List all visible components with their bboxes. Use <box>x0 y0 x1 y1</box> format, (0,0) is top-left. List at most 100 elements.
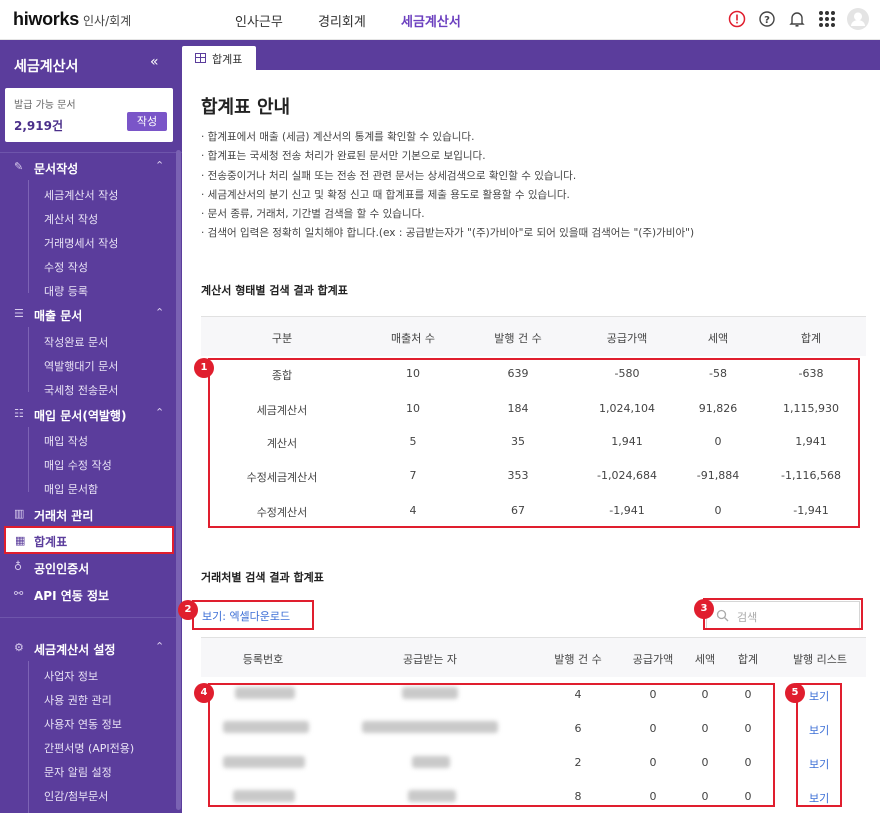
alert-icon[interactable] <box>727 9 747 29</box>
chevron-up-icon: ⌃ <box>155 159 165 172</box>
svg-text:?: ? <box>764 15 770 26</box>
table1-header-cell: 공급가액 <box>606 332 648 345</box>
note-line: · 합계표에서 매출 (세금) 계산서의 통계를 확인할 수 있습니다. <box>201 131 475 143</box>
sidebar-item-seal-attach[interactable]: 인감/첨부문서 <box>44 788 108 804</box>
sidebar-item-bulk-register[interactable]: 대량 등록 <box>44 283 88 299</box>
avatar[interactable] <box>846 7 870 31</box>
sidebar-item-amend-write[interactable]: 수정 작성 <box>44 259 88 275</box>
section-label: 매입 문서(역발행) <box>34 409 127 423</box>
table2-header-cell: 등록번호 <box>242 653 284 666</box>
table-icon: ▦ <box>15 534 26 547</box>
nav-tax-invoice[interactable]: 세금계산서 <box>401 11 461 30</box>
sidebar-item-business-info[interactable]: 사업자 정보 <box>44 668 98 684</box>
table1-header-cell: 매출처 수 <box>391 332 435 345</box>
badge-2: 2 <box>178 600 198 620</box>
chevron-up-icon: ⌃ <box>155 640 165 653</box>
gear-icon: ⚙ <box>14 641 24 654</box>
document-icon: ☰ <box>14 307 24 320</box>
sidebar-item-purchase-write[interactable]: 매입 작성 <box>44 433 88 449</box>
note-line: · 검색어 입력은 정확히 일치해야 합니다.(ex : 공급받는자가 "(주)… <box>201 227 695 240</box>
table2-header-cell: 공급받는 자 <box>402 653 458 666</box>
sidebar-link-label: 공인인증서 <box>34 562 90 576</box>
sidebar-item-user-link[interactable]: 사용자 연동 정보 <box>44 716 122 732</box>
pencil-icon: ✎ <box>14 160 24 173</box>
section-doc-write[interactable]: ✎ 문서작성 ⌃ <box>0 157 182 179</box>
sidebar-link-label: 거래처 관리 <box>34 509 94 523</box>
chevron-up-icon: ⌃ <box>155 406 165 419</box>
badge-5: 5 <box>785 683 805 703</box>
section-label: 문서작성 <box>34 162 79 176</box>
logo[interactable]: hiworks <box>13 9 79 30</box>
note-line: · 세금계산서의 분기 신고 및 확정 신고 때 합계표를 제출 용도로 활용할… <box>201 188 570 201</box>
chevron-up-icon: ⌃ <box>155 306 165 319</box>
divider <box>0 617 182 618</box>
sidebar-item-partners[interactable]: ▥ 거래처 관리 <box>0 504 182 526</box>
sidebar-item-reverse-pending[interactable]: 역발행대기 문서 <box>44 358 118 374</box>
table1-title: 계산서 형태별 검색 결과 합계표 <box>201 284 348 297</box>
table1-header-cell: 합계 <box>800 332 822 345</box>
sidebar-item-completed[interactable]: 작성완료 문서 <box>44 334 108 350</box>
page-title: 합계표 안내 <box>201 97 291 118</box>
top-bar: hiworks 인사/회계 인사근무 경리회계 세금계산서 ? <box>0 0 880 40</box>
badge-3: 3 <box>694 599 714 619</box>
sidebar-item-permissions[interactable]: 사용 권한 관리 <box>44 692 112 708</box>
sidebar-item-certificate[interactable]: ♁ 공인인증서 <box>0 557 182 579</box>
purchase-doc-icon: ☷ <box>14 407 24 420</box>
sidebar-item-purchase-box[interactable]: 매입 문서함 <box>44 481 98 497</box>
sidebar-item-invoice-write[interactable]: 계산서 작성 <box>44 211 98 227</box>
tree-line <box>28 661 29 813</box>
tree-line <box>28 427 29 492</box>
sidebar-item-easy-sign[interactable]: 간편서명 (API전용) <box>44 740 134 756</box>
logo-subtitle: 인사/회계 <box>83 14 132 28</box>
note-line: · 전송중이거나 처리 실패 또는 전송 전 관련 문서는 상세검색으로 확인할… <box>201 169 577 182</box>
building-icon: ▥ <box>14 507 25 520</box>
table1-header-cell: 발행 건 수 <box>494 332 542 345</box>
badge-1: 1 <box>194 358 214 378</box>
collapse-icon[interactable]: « <box>150 54 159 70</box>
help-icon[interactable]: ? <box>757 9 777 29</box>
sidebar-title: 세금계산서 <box>14 59 79 75</box>
sidebar-item-summary[interactable]: ▦ 합계표 <box>4 526 174 554</box>
bell-icon[interactable] <box>787 9 807 29</box>
sidebar-item-sms-alert[interactable]: 문자 알림 설정 <box>44 764 112 780</box>
highlight-box-2 <box>192 600 314 630</box>
highlight-box-1 <box>208 358 860 528</box>
table1-header-cell: 구분 <box>271 332 293 345</box>
sidebar-item-api[interactable]: ⚯ API 연동 정보 <box>0 584 182 606</box>
highlight-box-5 <box>796 683 842 807</box>
sidebar-item-nts-sent[interactable]: 국세청 전송문서 <box>44 382 118 398</box>
sidebar-item-purchase-amend[interactable]: 매입 수정 작성 <box>44 457 112 473</box>
apps-grid-icon[interactable] <box>817 9 837 29</box>
note-line: · 합계표는 국세청 전송 처리가 완료된 문서만 기본으로 보입니다. <box>201 150 486 163</box>
nav-hr[interactable]: 인사근무 <box>235 11 283 30</box>
sidebar-link-label: 합계표 <box>34 535 68 549</box>
divider <box>0 152 182 153</box>
section-settings[interactable]: ⚙ 세금계산서 설정 ⌃ <box>0 638 182 660</box>
sidebar-item-tax-invoice-write[interactable]: 세금계산서 작성 <box>44 187 118 203</box>
table2-title: 거래처별 검색 결과 합계표 <box>201 571 324 584</box>
section-label: 세금계산서 설정 <box>34 643 116 657</box>
certificate-icon: ♁ <box>14 560 23 573</box>
sidebar-item-statement-write[interactable]: 거래명세서 작성 <box>44 235 118 251</box>
sidebar: 세금계산서 « 발급 가능 문서 2,919건 작성 ✎ 문서작성 ⌃ 세금계산… <box>0 40 182 813</box>
section-sales-docs[interactable]: ☰ 매출 문서 ⌃ <box>0 304 182 326</box>
badge-4: 4 <box>194 683 214 703</box>
write-button[interactable]: 작성 <box>127 112 167 131</box>
tree-line <box>28 180 29 293</box>
tree-line <box>28 327 29 392</box>
nav-accounting[interactable]: 경리회계 <box>318 11 366 30</box>
table2-header-cell: 발행 리스트 <box>792 653 848 666</box>
tab-summary[interactable]: 합계표 <box>182 46 256 70</box>
highlight-box-4 <box>208 683 775 807</box>
available-count: 2,919건 <box>14 119 63 133</box>
section-label: 매출 문서 <box>34 309 83 323</box>
tab-strip: 합계표 <box>182 40 880 70</box>
api-link-icon: ⚯ <box>14 587 24 600</box>
section-purchase-docs[interactable]: ☷ 매입 문서(역발행) ⌃ <box>0 404 182 426</box>
table-icon <box>195 53 206 63</box>
sidebar-scrollbar[interactable] <box>176 150 181 810</box>
notes-list: · 합계표에서 매출 (세금) 계산서의 통계를 확인할 수 있습니다. · 합… <box>201 128 694 244</box>
sidebar-link-label: API 연동 정보 <box>34 589 110 603</box>
highlight-box-3 <box>703 598 863 630</box>
note-line: · 문서 종류, 거래처, 기간별 검색을 할 수 있습니다. <box>201 208 425 221</box>
